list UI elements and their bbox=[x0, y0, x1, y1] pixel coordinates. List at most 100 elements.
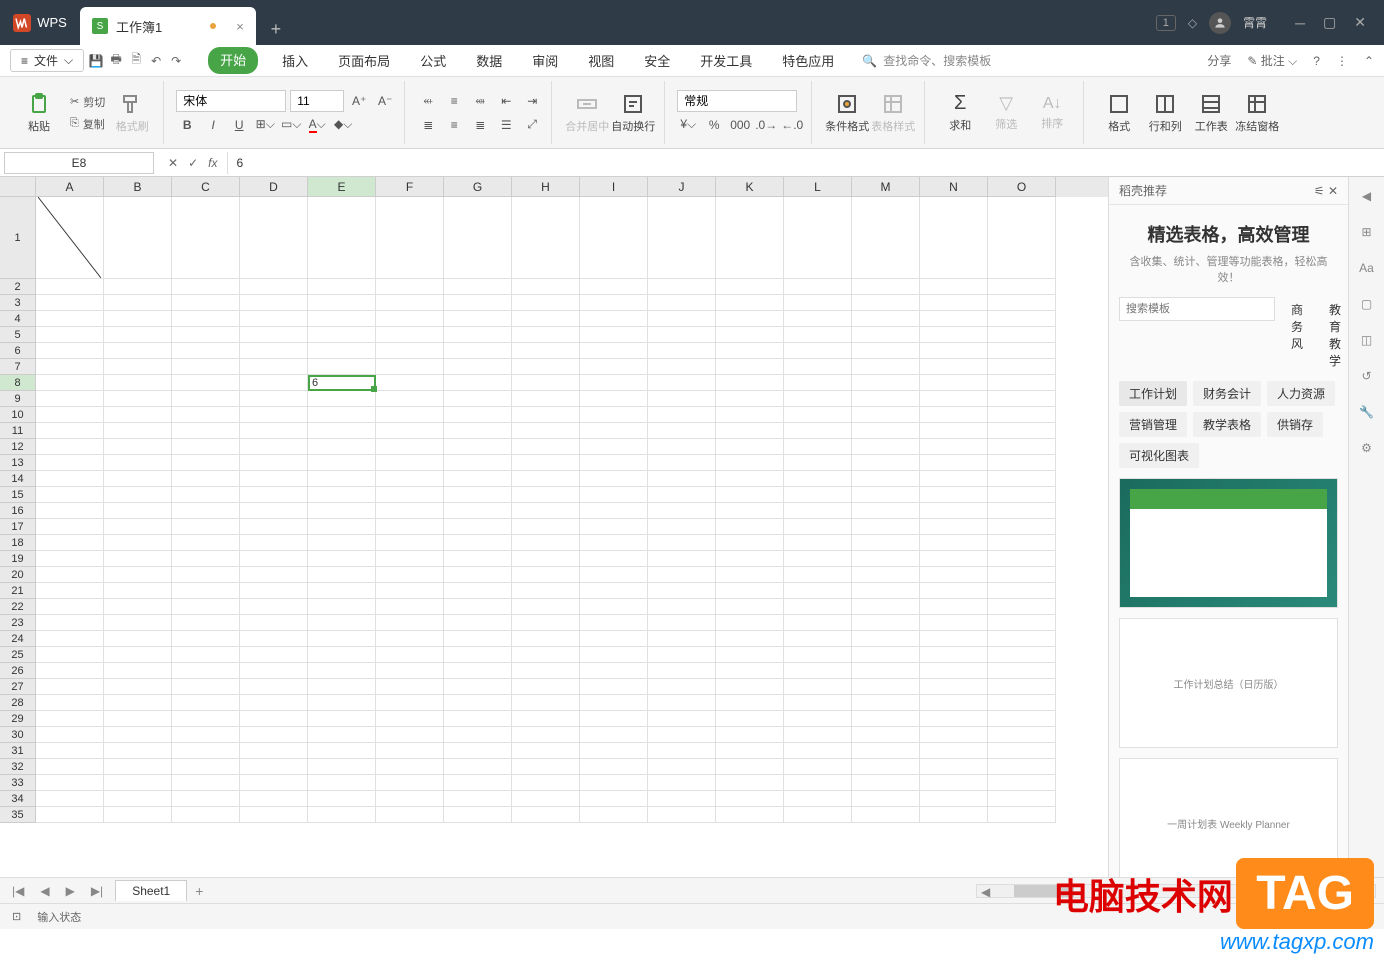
tab-close-icon[interactable]: × bbox=[236, 19, 244, 34]
column-header[interactable]: I bbox=[580, 177, 648, 197]
cell[interactable] bbox=[376, 295, 444, 311]
row-header[interactable]: 30 bbox=[0, 727, 36, 743]
cell[interactable] bbox=[172, 711, 240, 727]
column-header[interactable]: J bbox=[648, 177, 716, 197]
close-window-icon[interactable]: ✕ bbox=[1354, 14, 1366, 31]
cell[interactable] bbox=[716, 197, 784, 279]
sidebar-style-icon[interactable]: Aa bbox=[1358, 259, 1376, 277]
cell[interactable] bbox=[444, 311, 512, 327]
cell[interactable] bbox=[36, 791, 104, 807]
paste-button[interactable]: 粘贴 bbox=[16, 83, 62, 143]
cell[interactable] bbox=[512, 279, 580, 295]
template-tag[interactable]: 供销存 bbox=[1267, 412, 1323, 437]
cell[interactable] bbox=[648, 503, 716, 519]
cell[interactable] bbox=[36, 471, 104, 487]
cell[interactable] bbox=[104, 391, 172, 407]
menu-tab-3[interactable]: 公式 bbox=[414, 47, 452, 74]
cell[interactable] bbox=[36, 583, 104, 599]
cell[interactable] bbox=[36, 487, 104, 503]
cell[interactable] bbox=[988, 407, 1056, 423]
cell[interactable] bbox=[512, 759, 580, 775]
cell[interactable] bbox=[648, 391, 716, 407]
cell[interactable] bbox=[376, 503, 444, 519]
cell[interactable] bbox=[920, 519, 988, 535]
cell[interactable] bbox=[716, 439, 784, 455]
cell[interactable] bbox=[444, 791, 512, 807]
cell[interactable] bbox=[920, 359, 988, 375]
cell[interactable] bbox=[920, 487, 988, 503]
cell[interactable] bbox=[444, 615, 512, 631]
cell[interactable] bbox=[648, 439, 716, 455]
column-header[interactable]: N bbox=[920, 177, 988, 197]
cell[interactable] bbox=[36, 551, 104, 567]
row-header[interactable]: 15 bbox=[0, 487, 36, 503]
cell[interactable] bbox=[852, 631, 920, 647]
cell[interactable] bbox=[920, 311, 988, 327]
row-header[interactable]: 18 bbox=[0, 535, 36, 551]
cell[interactable] bbox=[988, 295, 1056, 311]
cell[interactable] bbox=[920, 295, 988, 311]
cell[interactable] bbox=[512, 743, 580, 759]
decrease-decimal-icon[interactable]: ←.0 bbox=[781, 114, 803, 136]
cell[interactable] bbox=[716, 599, 784, 615]
cell[interactable] bbox=[172, 647, 240, 663]
cell[interactable] bbox=[240, 711, 308, 727]
cell[interactable] bbox=[988, 775, 1056, 791]
cell[interactable] bbox=[784, 695, 852, 711]
template-tag[interactable]: 教学表格 bbox=[1193, 412, 1261, 437]
cell[interactable] bbox=[512, 775, 580, 791]
cell[interactable] bbox=[172, 295, 240, 311]
cell[interactable] bbox=[852, 295, 920, 311]
annotate-button[interactable]: ✎ 批注 ⌵ bbox=[1247, 52, 1297, 69]
cell[interactable] bbox=[444, 375, 512, 391]
cell[interactable] bbox=[716, 471, 784, 487]
cell[interactable] bbox=[716, 455, 784, 471]
cell[interactable] bbox=[920, 567, 988, 583]
row-header[interactable]: 1 bbox=[0, 197, 36, 279]
cell[interactable] bbox=[104, 343, 172, 359]
cell[interactable] bbox=[240, 197, 308, 279]
cell[interactable] bbox=[784, 439, 852, 455]
cell[interactable] bbox=[784, 599, 852, 615]
cell[interactable] bbox=[784, 759, 852, 775]
cell[interactable] bbox=[920, 327, 988, 343]
cell[interactable] bbox=[36, 647, 104, 663]
cell[interactable] bbox=[784, 519, 852, 535]
cell[interactable] bbox=[716, 295, 784, 311]
cell[interactable] bbox=[308, 567, 376, 583]
cell[interactable] bbox=[376, 695, 444, 711]
cell[interactable] bbox=[172, 663, 240, 679]
decrease-indent-icon[interactable]: ⇤ bbox=[495, 90, 517, 112]
cell[interactable] bbox=[512, 535, 580, 551]
cell[interactable] bbox=[920, 471, 988, 487]
cell[interactable] bbox=[240, 727, 308, 743]
cell[interactable] bbox=[104, 423, 172, 439]
cell[interactable] bbox=[104, 663, 172, 679]
cell[interactable] bbox=[648, 487, 716, 503]
cell[interactable] bbox=[172, 759, 240, 775]
cell[interactable] bbox=[512, 311, 580, 327]
cell[interactable] bbox=[852, 615, 920, 631]
cell[interactable] bbox=[784, 727, 852, 743]
cell[interactable] bbox=[376, 599, 444, 615]
cell[interactable] bbox=[444, 407, 512, 423]
number-format-select[interactable] bbox=[677, 90, 797, 112]
cell[interactable] bbox=[852, 407, 920, 423]
cell[interactable] bbox=[784, 391, 852, 407]
cell[interactable] bbox=[512, 375, 580, 391]
cell[interactable] bbox=[920, 535, 988, 551]
cell[interactable] bbox=[36, 197, 104, 279]
cell[interactable] bbox=[852, 535, 920, 551]
row-header[interactable]: 14 bbox=[0, 471, 36, 487]
cell[interactable] bbox=[104, 519, 172, 535]
cell[interactable] bbox=[104, 743, 172, 759]
cell[interactable] bbox=[36, 599, 104, 615]
row-header[interactable]: 2 bbox=[0, 279, 36, 295]
cell[interactable] bbox=[444, 807, 512, 823]
template-tag[interactable]: 可视化图表 bbox=[1119, 443, 1199, 468]
cell[interactable] bbox=[648, 519, 716, 535]
cell[interactable] bbox=[988, 519, 1056, 535]
row-header[interactable]: 6 bbox=[0, 343, 36, 359]
cell[interactable] bbox=[716, 311, 784, 327]
cell[interactable] bbox=[172, 551, 240, 567]
